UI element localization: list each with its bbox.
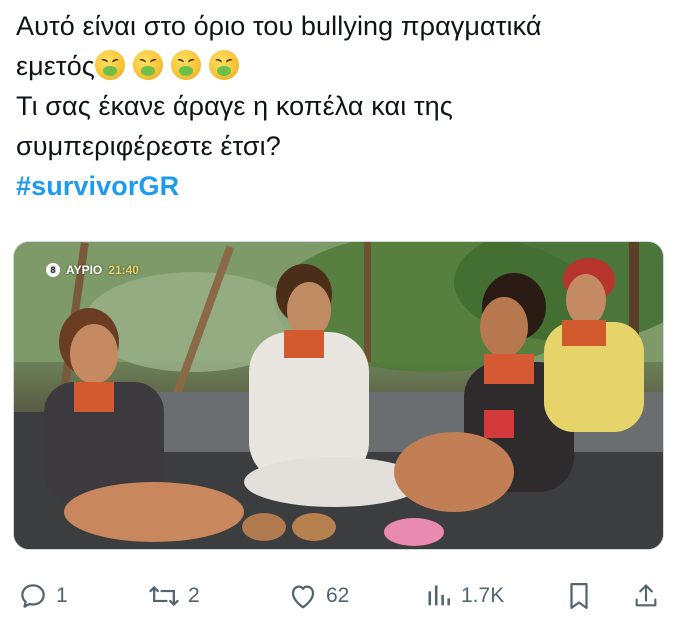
tweet-action-bar: 1 2 62 1.7K [0,570,700,620]
reply-button[interactable]: 1 [18,580,68,612]
badge-day: ΑΥΡΙΟ [66,263,103,277]
views-button[interactable]: 1.7K [425,580,504,612]
tweet-line-3: Τι σας έκανε άραγε η κοπέλα και της [16,91,453,121]
share-button[interactable] [632,580,660,612]
repost-button[interactable]: 2 [148,580,200,612]
like-count: 62 [326,584,350,607]
tweet-media-image[interactable] [13,241,664,550]
vomiting-face-emoji-icon [94,50,125,80]
views-count: 1.7K [461,584,505,607]
badge-time: 21:40 [108,263,139,277]
tweet-line-2: εμετός [16,46,686,86]
repost-icon [149,586,179,606]
like-button[interactable]: 62 [288,580,349,612]
media-scene-illustration [14,242,663,549]
channel-badge: 8 ΑΥΡΙΟ 21:40 [46,263,139,277]
hashtag-link[interactable]: #survivorGR [16,166,686,206]
share-icon [635,584,657,607]
views-chart-icon [428,585,450,606]
channel-logo-icon: 8 [46,263,60,277]
vomiting-face-emoji-icon [208,50,239,80]
bookmark-icon [570,583,588,609]
reply-icon [21,584,45,608]
tweet-line-4: συμπεριφέρεστε έτσι? [16,131,281,161]
repost-count: 2 [188,584,200,607]
reply-count: 1 [56,584,68,607]
tweet-text: Αυτό είναι στο όριο του bullying πραγματ… [16,6,686,206]
heart-icon [291,585,315,609]
vomiting-face-emoji-icon [170,50,201,80]
tweet-line-1: Αυτό είναι στο όριο του bullying πραγματ… [16,11,542,41]
tweet-line-2-text: εμετός [16,51,95,81]
bookmark-button[interactable] [566,580,592,612]
vomiting-face-emoji-icon [132,50,163,80]
